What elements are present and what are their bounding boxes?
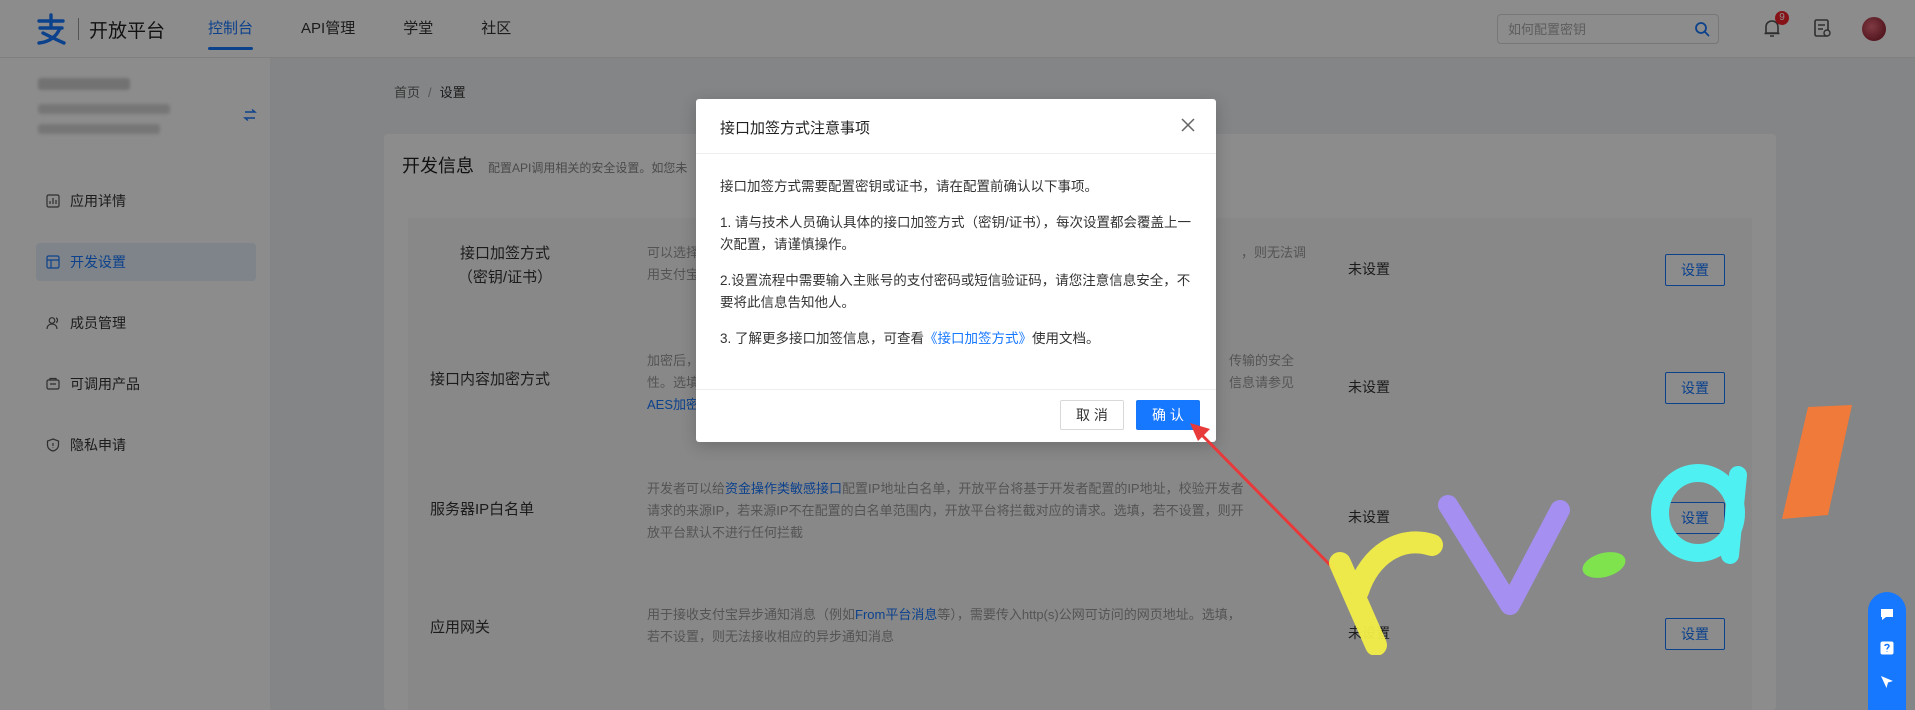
chat-icon[interactable] xyxy=(1879,606,1895,622)
dialog-item-2: 2.设置流程中需要输入主账号的支付密码或短信验证码，请您注意信息安全，不要将此信… xyxy=(720,273,1191,310)
cancel-button[interactable]: 取 消 xyxy=(1060,400,1124,430)
dialog-item-text: 使用文档。 xyxy=(1032,331,1100,346)
dialog-body: 接口加签方式需要配置密钥或证书，请在配置前确认以下事项。 1. 请与技术人员确认… xyxy=(696,154,1216,350)
dialog-header: 接口加签方式注意事项 xyxy=(696,99,1216,154)
sign-method-doc-link[interactable]: 《接口加签方式》 xyxy=(924,331,1032,346)
dialog-intro: 接口加签方式需要配置密钥或证书，请在配置前确认以下事项。 xyxy=(720,179,1098,194)
watermark-graphic xyxy=(1329,405,1852,655)
annotation-arrow xyxy=(1190,423,1337,572)
dialog-item-text: 3. 了解更多接口加签信息，可查看 xyxy=(720,331,925,346)
floating-toolbar xyxy=(1868,592,1906,710)
dialog-title: 接口加签方式注意事项 xyxy=(720,120,871,137)
sign-method-notice-dialog: 接口加签方式注意事项 接口加签方式需要配置密钥或证书，请在配置前确认以下事项。 … xyxy=(696,99,1216,442)
pointer-icon[interactable] xyxy=(1879,674,1895,690)
dialog-item-1: 1. 请与技术人员确认具体的接口加签方式（密钥/证书），每次设置都会覆盖上一次配… xyxy=(720,215,1192,252)
dialog-footer: 取 消 确 认 xyxy=(696,389,1216,442)
dialog-item-3: 3. 了解更多接口加签信息，可查看《接口加签方式》使用文档。 xyxy=(720,328,1192,350)
close-icon[interactable] xyxy=(1180,117,1196,133)
help-icon[interactable] xyxy=(1879,640,1895,656)
